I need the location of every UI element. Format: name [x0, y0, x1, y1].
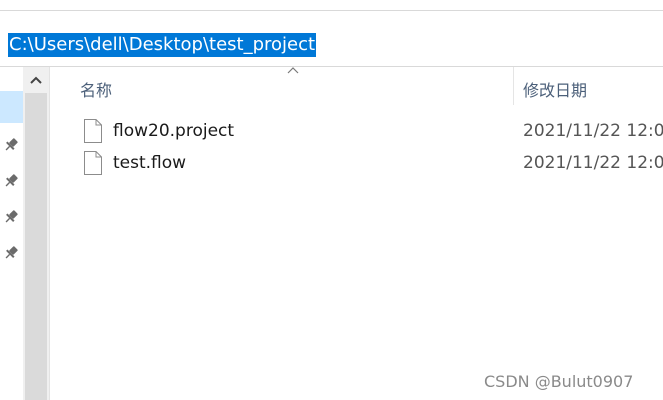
nav-scrollbar[interactable] — [23, 67, 50, 400]
navigation-pane — [0, 67, 23, 400]
column-header-row: 名称 修改日期 — [50, 67, 663, 107]
file-icon — [84, 119, 102, 143]
file-date-modified: 2021/11/22 12:0 — [523, 121, 663, 141]
watermark: CSDN @Bulut0907 — [484, 372, 634, 391]
column-header-name[interactable]: 名称 — [80, 77, 112, 101]
column-divider[interactable] — [513, 67, 514, 105]
pin-icon[interactable] — [3, 209, 19, 225]
column-header-date-modified[interactable]: 修改日期 — [523, 77, 587, 101]
address-path[interactable]: C:\Users\dell\Desktop\test_project — [8, 33, 317, 57]
sort-arrow-icon — [287, 67, 299, 74]
file-row[interactable]: test.flow 2021/11/22 12:0 — [50, 148, 663, 178]
file-list-pane: 名称 修改日期 flow20.project 2021/11/22 12:0 t… — [50, 67, 663, 400]
pin-icon[interactable] — [3, 173, 19, 189]
file-date-modified: 2021/11/22 12:0 — [523, 153, 663, 173]
address-bar[interactable]: C:\Users\dell\Desktop\test_project — [0, 11, 663, 67]
pin-icon[interactable] — [3, 245, 19, 261]
file-name: flow20.project — [113, 121, 235, 141]
nav-selected-item[interactable] — [0, 91, 23, 123]
pin-icon[interactable] — [3, 137, 19, 153]
file-name: test.flow — [113, 153, 187, 173]
scrollbar-thumb[interactable] — [25, 93, 47, 400]
chevron-up-icon[interactable] — [28, 72, 44, 88]
file-icon — [84, 151, 102, 175]
file-row[interactable]: flow20.project 2021/11/22 12:0 — [50, 116, 663, 146]
